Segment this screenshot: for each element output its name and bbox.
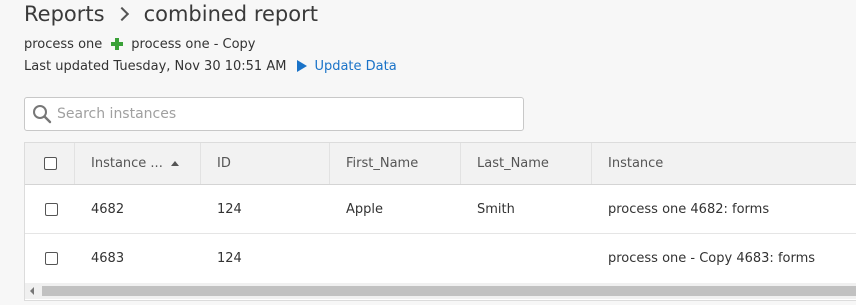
row-checkbox[interactable] bbox=[44, 251, 58, 265]
row-select-cell bbox=[25, 185, 75, 233]
report-sources: process one process one - Copy bbox=[24, 35, 256, 53]
column-header-instance[interactable]: Instance bbox=[592, 143, 856, 184]
column-header-id[interactable]: ID bbox=[201, 143, 330, 184]
update-data-label: Update Data bbox=[314, 58, 397, 74]
horizontal-scrollbar[interactable] bbox=[25, 283, 856, 299]
cell-first-name bbox=[330, 234, 461, 282]
cell-id: 124 bbox=[217, 250, 242, 266]
breadcrumb-reports-link[interactable]: Reports bbox=[24, 2, 105, 26]
cell-last-name bbox=[461, 234, 592, 282]
column-header-instance-id[interactable]: Instance ... bbox=[75, 143, 201, 184]
column-header-last-name[interactable]: Last_Name bbox=[461, 143, 592, 184]
cell-instance: process one - Copy 4683: forms bbox=[608, 250, 816, 266]
last-updated-text: Last updated Tuesday, Nov 30 10:51 AM bbox=[24, 58, 287, 74]
table-row[interactable]: 4683 124 process one - Copy 4683: forms bbox=[25, 234, 856, 282]
column-header-first-name[interactable]: First_Name bbox=[330, 143, 461, 184]
report-page: Reports combined report process one proc… bbox=[0, 0, 856, 305]
column-header-label: ID bbox=[217, 156, 231, 171]
row-select-cell bbox=[25, 234, 75, 282]
column-header-label: Instance bbox=[608, 156, 664, 171]
search-icon bbox=[33, 105, 52, 124]
header-select-cell bbox=[25, 143, 75, 184]
cell-instance: process one 4682: forms bbox=[608, 201, 770, 217]
cell-first-name: Apple bbox=[346, 201, 384, 217]
chevron-right-icon bbox=[114, 6, 129, 22]
select-all-checkbox[interactable] bbox=[44, 157, 57, 170]
sort-ascending-icon bbox=[170, 161, 179, 166]
page-title: combined report bbox=[143, 2, 318, 26]
update-status: Last updated Tuesday, Nov 30 10:51 AM Up… bbox=[24, 57, 397, 75]
source-process-label: process one bbox=[24, 36, 103, 52]
search-box bbox=[24, 97, 524, 131]
table-row[interactable]: 4682 124 Apple Smith process one 4682: f… bbox=[25, 185, 856, 234]
cell-instance-id: 4683 bbox=[91, 250, 125, 266]
instances-table: Instance ... ID First_Name Last_Name Ins… bbox=[24, 142, 856, 301]
table-header-row: Instance ... ID First_Name Last_Name Ins… bbox=[25, 143, 856, 185]
row-checkbox[interactable] bbox=[44, 202, 58, 216]
plus-icon bbox=[111, 38, 124, 50]
cell-last-name: Smith bbox=[477, 201, 515, 217]
scroll-left-icon[interactable] bbox=[30, 287, 34, 295]
breadcrumb: Reports combined report bbox=[24, 0, 318, 28]
search-input[interactable] bbox=[55, 105, 499, 123]
column-header-label: Last_Name bbox=[477, 156, 549, 171]
update-data-button[interactable]: Update Data bbox=[297, 58, 397, 74]
column-header-label: First_Name bbox=[346, 156, 419, 171]
cell-instance-id: 4682 bbox=[91, 201, 125, 217]
play-icon bbox=[297, 60, 308, 72]
column-header-label: Instance ... bbox=[91, 156, 163, 171]
scrollbar-thumb[interactable] bbox=[42, 286, 856, 296]
cell-id: 124 bbox=[217, 201, 242, 217]
source-process-copy-label: process one - Copy bbox=[131, 36, 256, 52]
